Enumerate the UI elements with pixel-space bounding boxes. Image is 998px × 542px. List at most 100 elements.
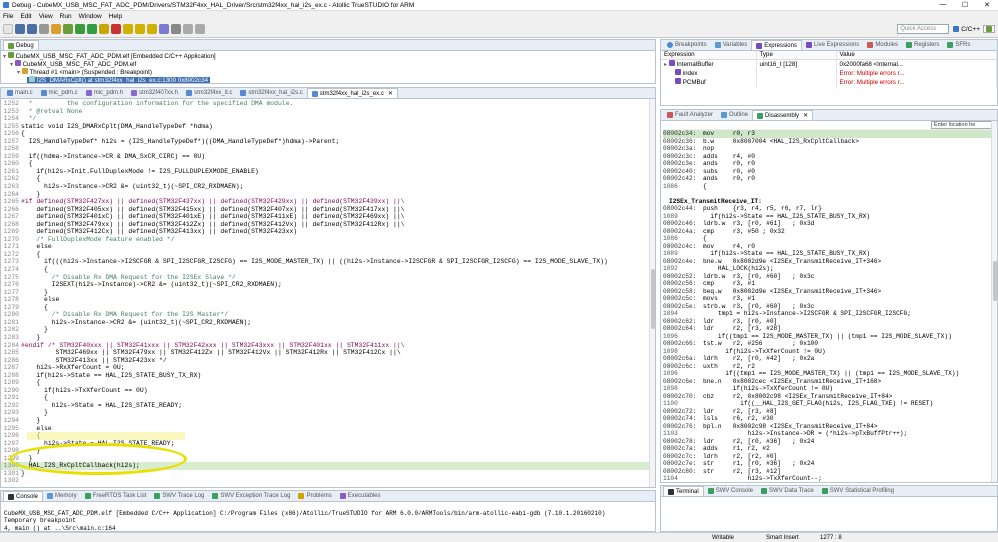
tab-swv-exception-trace-log[interactable]: SWV Exception Trace Log <box>208 491 294 501</box>
disassembly-line[interactable]: 08002c6c: uxth r2, r2 <box>663 363 997 371</box>
tab-breakpoints[interactable]: Breakpoints <box>663 40 711 50</box>
code-line[interactable]: 1256{ <box>1 130 655 138</box>
code-line[interactable]: 1284 #endif /* STM32F40xxx || STM32F41xxx… <box>1 342 655 350</box>
tab-modules[interactable]: Modules <box>863 40 902 50</box>
code-line[interactable]: 1292 hi2s->State = HAL_I2S_STATE_READY; <box>1 402 655 410</box>
tab-mic-pdm-h[interactable]: mic_pdm.h <box>82 88 127 98</box>
disassembly-line[interactable]: 1092 HAL_LOCK(hi2s); <box>663 265 997 273</box>
disassembly-list[interactable]: 08002c34: mov r0, r3 08002c36: b.w 0x800700… <box>661 130 997 482</box>
instruction-step-icon[interactable] <box>159 24 169 34</box>
tab-stm32f4xx-hal-i2s-ex-c[interactable]: stm32f4xx_hal_i2s_ex.c ✕ <box>306 88 398 98</box>
tab-stm32f407xx-h[interactable]: stm32f407xx.h <box>127 88 182 98</box>
tab-memory[interactable]: Memory <box>43 491 81 501</box>
step-over-icon[interactable] <box>135 24 145 34</box>
disassembly-line[interactable]: 1086 { <box>663 183 997 191</box>
disassembly-line[interactable]: 08002c4e: bne.w 0x8002d9e <I2SEx_Transmit… <box>663 258 997 266</box>
disassembly-line[interactable]: 08002c42: ands r0, r0 <box>663 175 997 183</box>
disassembly-line[interactable]: 1098 if(hi2s->TxXferCount != 0U) <box>663 348 997 356</box>
disassembly-line[interactable]: 1098 if(hi2s->TxXferCount != 0U) <box>663 385 997 393</box>
code-line[interactable]: 1278 else <box>1 296 655 304</box>
tab-terminal[interactable]: Terminal <box>663 486 704 496</box>
code-line[interactable]: 1268 defined(STM32F479xx) || defined(STM… <box>1 221 655 229</box>
disassembly-scrollbar-thumb[interactable] <box>993 261 997 301</box>
menu-file[interactable]: File <box>3 13 13 20</box>
code-line[interactable]: 1277 } <box>1 289 655 297</box>
disassembly-scrollbar[interactable] <box>991 121 997 482</box>
disassembly-line[interactable]: 1096 if((tmp1 == I2S_MODE_MASTER_TX) || … <box>663 370 997 378</box>
code-line[interactable]: 1269 defined(STM32F412Cx) || defined(STM… <box>1 228 655 236</box>
tree-process[interactable]: ▾ CubeMX_USB_MSC_FAT_ADC_PDM.elf <box>3 60 653 68</box>
build-icon[interactable] <box>51 24 61 34</box>
disassembly-line[interactable]: 08002c5e: strb.w r3, [r0, #60] ; 0x3c <box>663 303 997 311</box>
tab-fault-analyzer[interactable]: Fault Analyzer <box>663 110 717 120</box>
perspective-cc[interactable]: C/C++ <box>953 26 980 33</box>
disassembly-line[interactable]: 08002c5c: movs r3, #1 <box>663 295 997 303</box>
disassembly-line[interactable]: 08002c74: lsls r6, r2, #30 <box>663 415 997 423</box>
table-row[interactable]: PCMBuf Error: Multiple errors r... <box>661 78 997 87</box>
disassembly-line[interactable]: 08002c70: cbz r2, 0x8002c98 <I2SEx_Transm… <box>663 393 997 401</box>
code-line[interactable]: 1273 if(((hi2s->Instance->I2SCFGR & SPI_… <box>1 258 655 266</box>
table-row[interactable]: index Error: Multiple errors r... <box>661 69 997 78</box>
disassembly-line[interactable]: 08002c78: ldr r2, [r0, #36] ; 0x24 <box>663 438 997 446</box>
tab-variables[interactable]: Variables <box>711 40 752 50</box>
code-line[interactable]: 1289 { <box>1 379 655 387</box>
tab-live-expressions[interactable]: Live Expressions <box>802 40 863 50</box>
step-into-icon[interactable] <box>123 24 133 34</box>
disassembly-line[interactable]: 1089 if(hi2s->State == HAL_I2S_STATE_BUS… <box>663 250 997 258</box>
back-icon[interactable] <box>183 24 193 34</box>
tab-swv-console[interactable]: SWV Console <box>704 486 757 496</box>
tab-main-c[interactable]: main.c <box>3 88 37 98</box>
menu-edit[interactable]: Edit <box>20 13 31 20</box>
quick-access-input[interactable]: Quick Access <box>897 24 950 34</box>
code-line[interactable]: 1274 { <box>1 266 655 274</box>
tree-frame[interactable]: I2S_DMARxCplt() at stm32f4xx_hal_i2s_ex.… <box>3 76 653 83</box>
code-line[interactable]: 1283 } <box>1 334 655 342</box>
tab-swv-data-trace[interactable]: SWV Data Trace <box>757 486 818 496</box>
new-icon[interactable] <box>3 24 13 34</box>
code-line[interactable]: 1293 } <box>1 409 655 417</box>
disassembly-line[interactable]: 08002c52: ldrb.w r3, [r0, #60] ; 0x3c <box>663 273 997 281</box>
tab-executables[interactable]: Executables <box>336 491 385 501</box>
disassembly-line[interactable]: I2SEx_TransmitReceive_IT: <box>663 198 997 206</box>
tab-outline[interactable]: Outline <box>717 110 752 120</box>
code-line[interactable]: 1287 hi2s->RxXferCount = 0U; <box>1 364 655 372</box>
code-line[interactable]: 1302 <box>1 477 655 485</box>
print-icon[interactable] <box>39 24 49 34</box>
code-line[interactable]: 1271 else <box>1 243 655 251</box>
disassembly-line[interactable]: 1086 { <box>663 235 997 243</box>
code-line[interactable]: 1267 defined(STM32F401xC) || defined(STM… <box>1 213 655 221</box>
disassembly-line[interactable]: 08002c7e: str r1, [r0, #36] ; 0x24 <box>663 460 997 468</box>
terminate-icon[interactable] <box>111 24 121 34</box>
code-line[interactable]: 1281 hi2s->Instance->CR2 &= (uint32_t)(~… <box>1 319 655 327</box>
code-line[interactable]: 1252 * the configuration information for… <box>1 100 655 108</box>
resume-icon[interactable] <box>87 24 97 34</box>
menu-run[interactable]: Run <box>60 13 72 20</box>
disassembly-line[interactable]: 08002c4a: cmp r3, #50 ; 0x32 <box>663 228 997 236</box>
code-line[interactable]: 1280 /* Disable Rx DMA Request for the I… <box>1 311 655 319</box>
disassembly-line[interactable]: 08002c76: bpl.n 0x8002c98 <I2SEx_Transmit… <box>663 423 997 431</box>
disassembly-line[interactable]: 08002c3a: nop <box>663 145 997 153</box>
disassembly-line[interactable]: 08002c64: ldr r2, [r3, #28] <box>663 325 997 333</box>
code-line[interactable]: 1290 if(hi2s->TxXferCount == 0U) <box>1 387 655 395</box>
tab-expressions[interactable]: Expressions <box>751 40 802 50</box>
disassembly-line[interactable]: 08002c34: mov r0, r3 <box>663 130 997 138</box>
disassembly-line[interactable]: 08002c62: ldr r3, [r0, #0] <box>663 318 997 326</box>
code-line[interactable]: 1262 { <box>1 175 655 183</box>
code-line[interactable]: 1294 } <box>1 417 655 425</box>
code-line[interactable]: 1253 * @retval None <box>1 108 655 116</box>
tab-disassembly[interactable]: Disassembly ✕ <box>752 110 814 120</box>
tab-console[interactable]: Console <box>3 491 44 501</box>
disassembly-line[interactable]: 1103 hi2s->Instance->DR = (*hi2s->pTxBuf… <box>663 430 997 438</box>
menu-help[interactable]: Help <box>109 13 122 20</box>
tab-swv-statistical-profiling[interactable]: SWV Statistical Profiling <box>818 486 898 496</box>
debug-icon[interactable] <box>63 24 73 34</box>
code-line[interactable]: 1261 if(hi2s->Init.FullDuplexMode != I2S… <box>1 168 655 176</box>
console-output[interactable]: CubeMX_USB_MSC_FAT_ADC_PDM.elf [Embedded… <box>1 502 655 532</box>
code-line[interactable]: 1266 defined(STM32F405xx) || defined(STM… <box>1 206 655 214</box>
code-line[interactable]: 1272 { <box>1 251 655 259</box>
disassembly-line[interactable]: 08002c44: push {r3, r4, r5, r6, r7, lr} <box>663 205 997 213</box>
disassembly-line[interactable]: 08002c72: ldr r2, [r3, #8] <box>663 408 997 416</box>
disassembly-line[interactable]: 08002c7c: ldrh r2, [r2, #0] <box>663 453 997 461</box>
tab-freertos-task-list[interactable]: FreeRTOS Task List <box>81 491 151 501</box>
disassembly-line[interactable]: 08002c56: cmp r3, #1 <box>663 280 997 288</box>
